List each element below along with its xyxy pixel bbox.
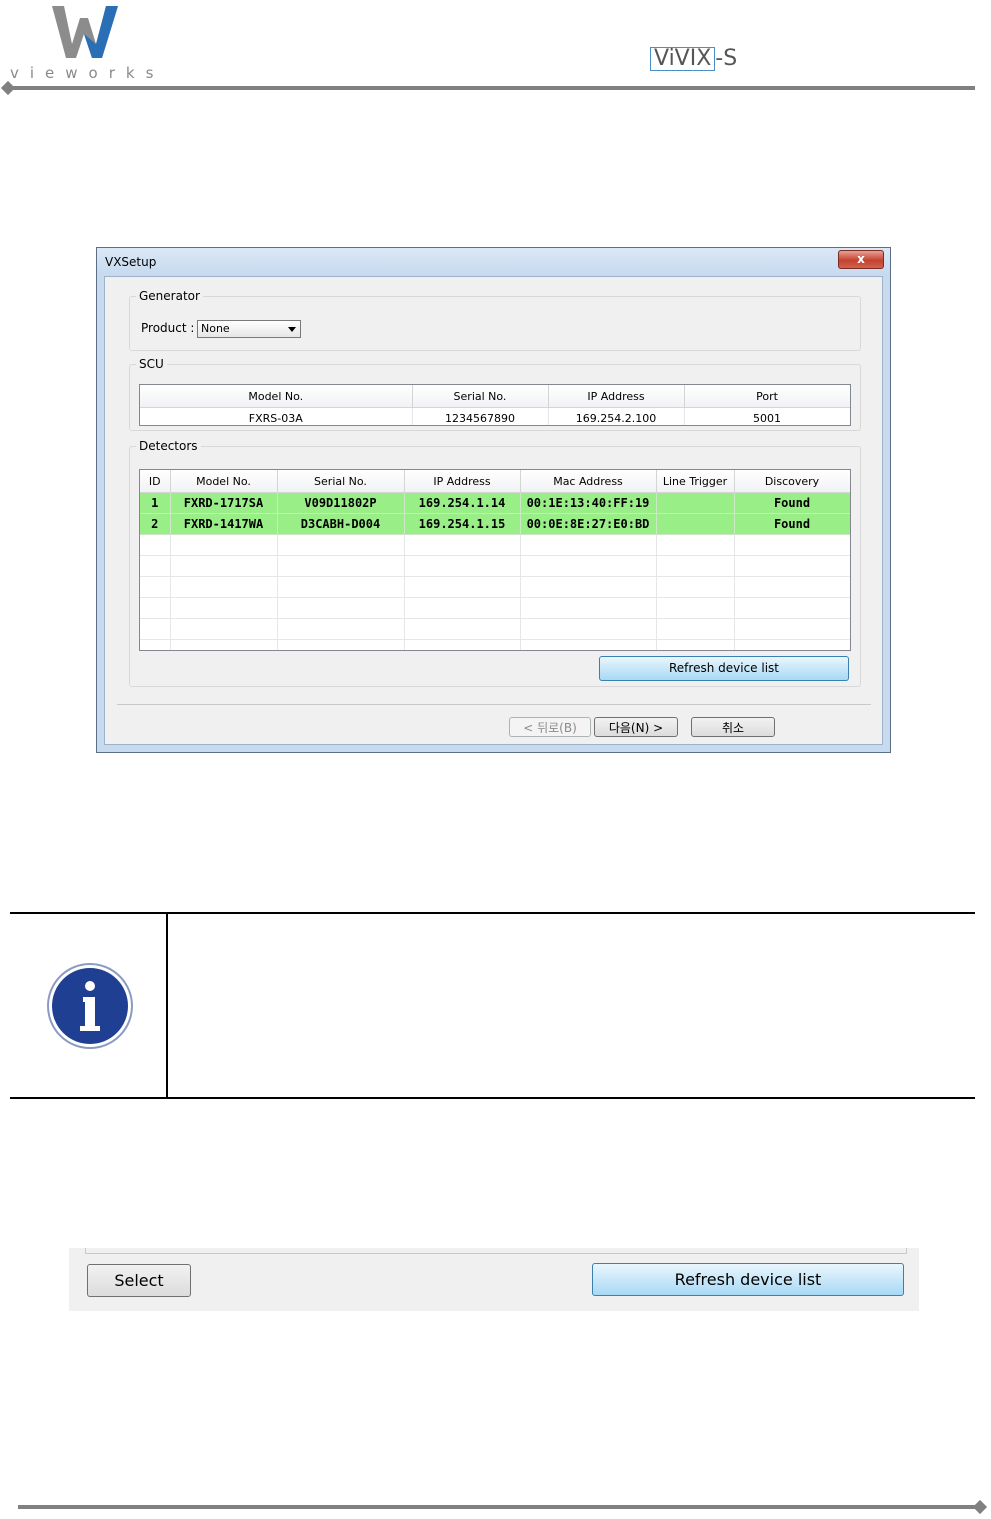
product-label: Product : xyxy=(141,321,195,335)
table-row[interactable]: 2 FXRD-1417WA D3CABH-D004 169.254.1.15 0… xyxy=(140,513,850,535)
back-button[interactable]: < 뒤로(B) xyxy=(509,717,591,737)
refresh-device-list-button-large[interactable]: Refresh device list xyxy=(592,1263,904,1296)
cancel-button[interactable]: 취소 xyxy=(691,717,775,737)
vivix-s-logo: ViVIX -S xyxy=(650,46,737,71)
vxsetup-window: VXSetup x Generator Product : None SCU M… xyxy=(96,247,891,753)
scu-port-cell: 5001 xyxy=(684,407,850,425)
note-top-rule xyxy=(10,912,975,914)
window-title: VXSetup xyxy=(105,255,157,269)
empty-row xyxy=(140,576,850,598)
vivix-logo-suffix: -S xyxy=(715,46,738,71)
footer-rule xyxy=(18,1505,980,1509)
detectors-legend: Detectors xyxy=(139,439,198,453)
generator-legend: Generator xyxy=(139,289,200,303)
scu-col-serial[interactable]: Serial No. xyxy=(412,385,549,408)
scu-legend: SCU xyxy=(139,357,164,371)
det-id-cell: 2 xyxy=(140,513,171,535)
scu-model-cell: FXRS-03A xyxy=(140,407,413,425)
scu-col-model[interactable]: Model No. xyxy=(140,385,413,408)
table-row[interactable]: FXRS-03A 1234567890 169.254.2.100 5001 xyxy=(140,407,850,425)
det-discovery-cell: Found xyxy=(734,513,850,535)
scu-col-port[interactable]: Port xyxy=(684,385,850,408)
info-icon xyxy=(47,963,133,1049)
det-serial-cell: V09D11802P xyxy=(277,492,405,514)
det-col-model[interactable]: Model No. xyxy=(170,470,278,493)
detectors-table: ID Model No. Serial No. IP Address Mac A… xyxy=(139,469,851,651)
det-col-serial[interactable]: Serial No. xyxy=(277,470,405,493)
table-row[interactable]: 1 FXRD-1717SA V09D11802P 169.254.1.14 00… xyxy=(140,492,850,514)
product-dropdown[interactable]: None xyxy=(197,320,301,338)
vivix-logo-prefix: ViVIX xyxy=(650,47,716,71)
chevron-down-icon xyxy=(288,327,296,332)
select-button[interactable]: Select xyxy=(87,1264,191,1297)
device-list-strip: Select Refresh device list xyxy=(69,1248,919,1311)
det-model-cell: FXRD-1717SA xyxy=(170,492,278,514)
note-divider xyxy=(166,914,168,1097)
empty-row xyxy=(140,534,850,556)
note-bottom-rule xyxy=(10,1097,975,1099)
vieworks-logo-mark xyxy=(52,6,118,58)
window-client-area: Generator Product : None SCU Model No. S… xyxy=(104,276,883,745)
det-ip-cell: 169.254.1.15 xyxy=(404,513,521,535)
next-button[interactable]: 다음(N) > xyxy=(594,717,678,737)
refresh-device-list-button[interactable]: Refresh device list xyxy=(599,656,849,681)
det-col-mac[interactable]: Mac Address xyxy=(520,470,657,493)
det-col-discovery[interactable]: Discovery xyxy=(734,470,850,493)
vieworks-logo-text: vieworks xyxy=(10,64,165,82)
det-mac-cell: 00:0E:8E:27:E0:BD xyxy=(520,513,657,535)
det-line-trigger-cell xyxy=(656,492,735,514)
list-bottom-edge xyxy=(85,1248,907,1254)
det-discovery-cell: Found xyxy=(734,492,850,514)
empty-row xyxy=(140,597,850,619)
scu-serial-cell: 1234567890 xyxy=(412,407,549,425)
det-model-cell: FXRD-1417WA xyxy=(170,513,278,535)
window-titlebar[interactable]: VXSetup x xyxy=(97,248,890,276)
footer-separator xyxy=(117,704,871,705)
det-id-cell: 1 xyxy=(140,492,171,514)
det-serial-cell: D3CABH-D004 xyxy=(277,513,405,535)
detectors-header-row: ID Model No. Serial No. IP Address Mac A… xyxy=(140,470,850,493)
footer-rule-diamond xyxy=(972,1499,988,1515)
header-rule xyxy=(10,86,975,90)
product-dropdown-value: None xyxy=(201,322,230,335)
det-col-line-trigger[interactable]: Line Trigger xyxy=(656,470,735,493)
det-mac-cell: 00:1E:13:40:FF:19 xyxy=(520,492,657,514)
scu-col-ip[interactable]: IP Address xyxy=(548,385,685,408)
det-line-trigger-cell xyxy=(656,513,735,535)
det-col-id[interactable]: ID xyxy=(140,470,171,493)
det-col-ip[interactable]: IP Address xyxy=(404,470,521,493)
det-ip-cell: 169.254.1.14 xyxy=(404,492,521,514)
empty-row xyxy=(140,555,850,577)
scu-header-row: Model No. Serial No. IP Address Port xyxy=(140,385,850,408)
scu-ip-cell: 169.254.2.100 xyxy=(548,407,685,425)
empty-row xyxy=(140,618,850,640)
empty-row xyxy=(140,639,850,650)
close-button[interactable]: x xyxy=(838,250,884,269)
scu-table: Model No. Serial No. IP Address Port FXR… xyxy=(139,384,851,426)
header-rule-diamond xyxy=(0,80,16,96)
